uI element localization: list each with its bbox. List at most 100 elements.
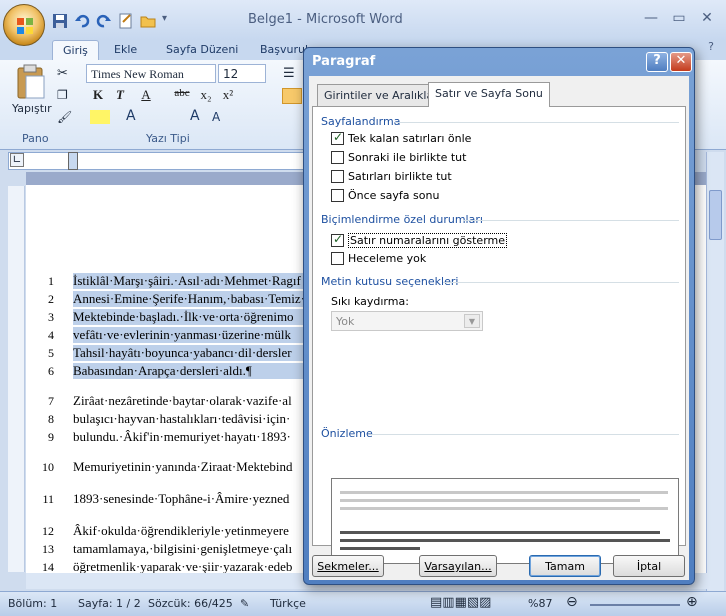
tab-panel: Sayfalandırma Tek kalan satırları önle S… xyxy=(312,106,686,564)
status-zoom[interactable]: %87 xyxy=(528,597,552,610)
font-color-icon[interactable]: A xyxy=(126,108,136,124)
office-button[interactable] xyxy=(3,4,45,46)
document-line[interactable]: bulundu.·Âkif'in·memuriyet·hayatı·1893· xyxy=(73,429,308,445)
divider xyxy=(443,282,679,283)
preview-line xyxy=(340,507,668,510)
line-number: 7 xyxy=(48,394,54,408)
superscript-button[interactable]: x² xyxy=(218,87,238,105)
checkbox-box[interactable] xyxy=(331,189,344,202)
checkbox-satir-numaralari[interactable]: Satır numaralarını gösterme xyxy=(331,232,508,248)
proofing-icon[interactable]: ✎ xyxy=(240,597,249,610)
tab-basvurular[interactable]: Başvurul xyxy=(260,40,308,60)
undo-icon[interactable] xyxy=(74,13,90,29)
highlight-icon[interactable] xyxy=(90,110,110,124)
status-words[interactable]: Sözcük: 66/425 xyxy=(148,597,233,610)
tight-wrap-label: Sıkı kaydırma: xyxy=(331,295,409,308)
divider xyxy=(395,122,679,123)
format-painter-icon[interactable]: 🖌 xyxy=(57,110,72,124)
zoom-in-icon[interactable]: ⊕ xyxy=(686,594,698,610)
strikethrough-button[interactable]: abc xyxy=(168,87,196,105)
window-title: Belge1 - Microsoft Word xyxy=(248,12,403,27)
bold-button[interactable]: K xyxy=(88,87,108,105)
bullets-icon[interactable]: ☰ xyxy=(283,66,295,81)
grow-font-icon[interactable]: A xyxy=(190,108,200,124)
close-window-icon[interactable]: ✕ xyxy=(696,10,718,28)
document-line[interactable]: 1893·senesinde·Tophâne-i·Âmire·yezned xyxy=(73,491,308,507)
dialog-close-icon[interactable]: ✕ xyxy=(670,52,692,72)
document-line[interactable]: İstiklâl·Marşı·şâiri.·Asıl·adı·Mehmet·Ra… xyxy=(73,273,308,289)
maximize-icon[interactable]: ▭ xyxy=(668,10,690,28)
indent-marker[interactable] xyxy=(68,152,78,170)
checkbox-heceleme[interactable]: Heceleme yok xyxy=(331,252,426,265)
italic-button[interactable]: T xyxy=(110,87,130,105)
font-size-combo[interactable]: 12 xyxy=(218,64,266,83)
status-page[interactable]: Sayfa: 1 / 2 xyxy=(78,597,141,610)
checkbox-label: Satır numaralarını gösterme xyxy=(348,233,508,248)
zoom-out-icon[interactable]: ⊖ xyxy=(566,594,578,610)
document-line[interactable]: Memuriyetinin·yanında·Ziraat·Mektebind xyxy=(73,459,308,475)
tab-sayfa-duzeni[interactable]: Sayfa Düzeni xyxy=(166,40,238,60)
save-icon[interactable] xyxy=(52,13,68,29)
vertical-ruler[interactable] xyxy=(8,186,25,572)
tight-wrap-select: Yok ▼ xyxy=(331,311,483,331)
document-line[interactable]: vefâtı·ve·evlerinin·yanması·üzerine·mülk xyxy=(73,327,308,343)
document-line[interactable]: Tahsil·hayâtı·boyunca·yabancı·dil·dersle… xyxy=(73,345,308,361)
align-left-icon[interactable] xyxy=(282,88,302,104)
checkbox-box[interactable] xyxy=(331,232,344,247)
redo-icon[interactable] xyxy=(96,13,112,29)
open-icon[interactable] xyxy=(140,13,156,29)
checkbox-once-sayfa-sonu[interactable]: Önce sayfa sonu xyxy=(331,189,439,202)
help-icon[interactable]: ? xyxy=(700,40,722,58)
line-number: 8 xyxy=(48,412,54,426)
cut-icon[interactable]: ✂ xyxy=(57,66,68,81)
ok-button[interactable]: Tamam xyxy=(529,555,601,577)
defaults-button[interactable]: Varsayılan... xyxy=(419,555,497,577)
new-document-icon[interactable] xyxy=(118,13,134,29)
checkbox-box[interactable] xyxy=(331,252,344,265)
tab-satir-sayfa-sonu[interactable]: Satır ve Sayfa Sonu xyxy=(428,82,550,107)
minimize-icon[interactable]: — xyxy=(640,10,662,28)
horizontal-ruler[interactable] xyxy=(8,152,308,170)
line-number: 13 xyxy=(42,542,54,556)
line-number: 9 xyxy=(48,430,54,444)
checkbox-tek-kalan[interactable]: Tek kalan satırları önle xyxy=(331,130,471,145)
document-line[interactable]: Babasından·Arapça·dersleri·aldı.¶ xyxy=(73,363,308,379)
checkbox-sonraki[interactable]: Sonraki ile birlikte tut xyxy=(331,151,466,164)
checkbox-box[interactable] xyxy=(331,170,344,183)
tab-giris[interactable]: Giriş xyxy=(52,40,99,60)
line-number: 4 xyxy=(48,328,54,342)
preview-box xyxy=(331,478,679,564)
dialog-help-icon[interactable]: ? xyxy=(646,52,668,72)
tab-girintiler[interactable]: Girintiler ve Aralıklar xyxy=(317,84,445,106)
font-name-combo[interactable]: Times New Roman xyxy=(86,64,216,83)
paste-button[interactable]: Yapıştır xyxy=(12,102,52,115)
section-onizleme: Önizleme xyxy=(321,427,373,440)
checkbox-satirlari-birlikte[interactable]: Satırları birlikte tut xyxy=(331,170,452,183)
checkbox-box[interactable] xyxy=(331,151,344,164)
tab-selector-icon[interactable]: ∟ xyxy=(10,153,24,167)
document-line[interactable]: tamamlamaya,·bilgisini·genişletmeye·çalı xyxy=(73,541,308,557)
checkbox-box[interactable] xyxy=(331,130,344,145)
cancel-button[interactable]: İptal xyxy=(613,555,685,577)
document-line[interactable]: Âkif·okulda·öğrendikleriyle·yetinmeyere xyxy=(73,523,308,539)
shrink-font-icon[interactable]: A xyxy=(212,110,220,124)
status-language[interactable]: Türkçe xyxy=(270,597,306,610)
section-bicimlendirme: Biçimlendirme özel durumları xyxy=(321,213,483,226)
document-line[interactable]: bulaşıcı·hayvan·hastalıkları·tedâvisi·iç… xyxy=(73,411,308,427)
subscript-button[interactable]: x₂ xyxy=(196,87,216,105)
tab-ekle[interactable]: Ekle xyxy=(114,40,137,60)
tabs-button[interactable]: Sekmeler... xyxy=(312,555,384,577)
customize-qat-icon[interactable]: ▾ xyxy=(162,13,178,29)
paste-icon[interactable] xyxy=(14,64,48,102)
view-buttons-icon[interactable]: ▤▥▦▧▨ xyxy=(430,595,491,610)
line-number: 12 xyxy=(42,524,54,538)
copy-icon[interactable]: ❐ xyxy=(57,88,68,102)
status-section[interactable]: Bölüm: 1 xyxy=(8,597,57,610)
document-line[interactable]: Mektebinde·başladı.·İlk·ve·orta·öğrenimo xyxy=(73,309,308,325)
document-line[interactable]: Zirâat·nezâretinde·baytar·olarak·vazife·… xyxy=(73,393,308,409)
zoom-slider[interactable] xyxy=(590,604,680,606)
underline-button[interactable]: A xyxy=(136,87,156,105)
preview-line xyxy=(340,539,670,542)
document-line[interactable]: Annesi·Emine·Şerife·Hanım,·babası·Temiz· xyxy=(73,291,308,307)
scrollbar-thumb[interactable] xyxy=(709,190,722,240)
